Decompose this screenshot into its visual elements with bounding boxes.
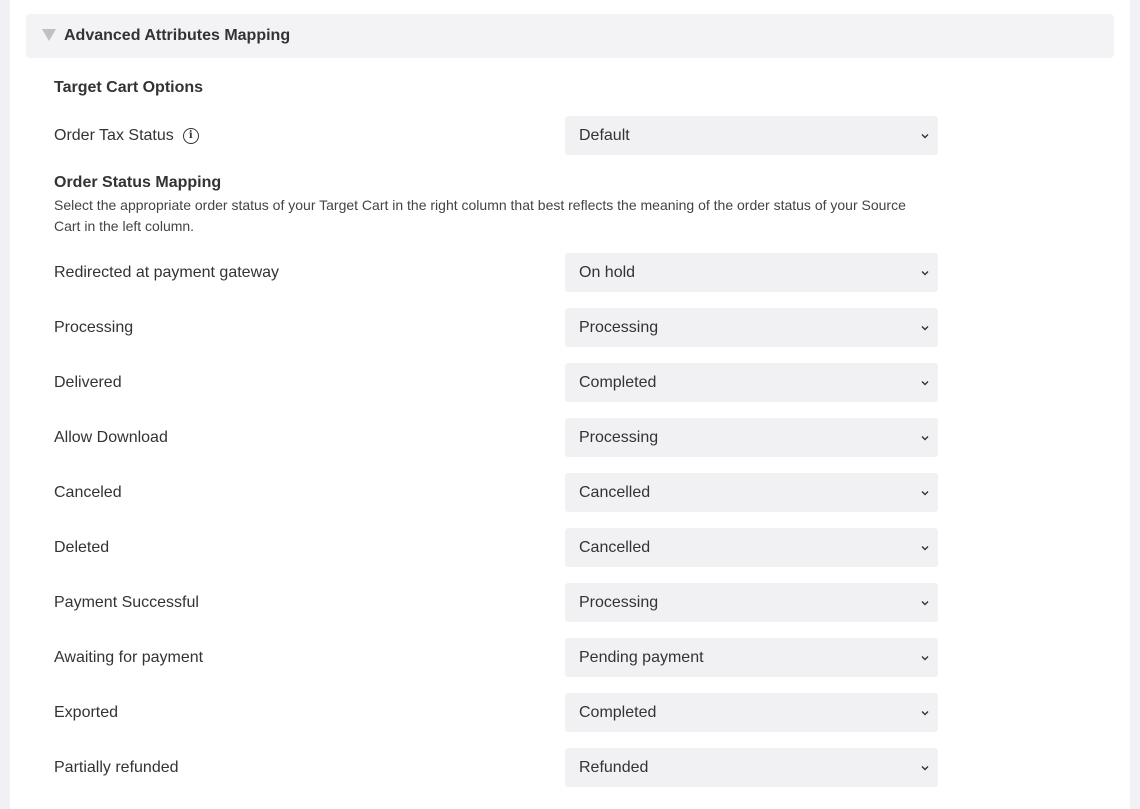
target-cart-heading: Target Cart Options — [54, 79, 204, 96]
status-mapping-row: Payment Successful Processing — [54, 583, 938, 622]
target-status-value: Processing — [579, 593, 659, 611]
settings-panel: Advanced Attributes Mapping Target Cart … — [10, 0, 1130, 809]
target-status-select[interactable]: Processing — [565, 418, 938, 457]
tax-status-select[interactable]: Default — [565, 116, 938, 155]
status-mapping-row: Exported Completed — [54, 693, 938, 732]
status-mapping-row: Allow Download Processing — [54, 418, 938, 457]
order-status-description: Select the appropriate order status of y… — [54, 197, 906, 234]
collapse-triangle-icon — [42, 29, 56, 41]
target-status-value: Processing — [579, 318, 659, 336]
advanced-attributes-toggle[interactable]: Advanced Attributes Mapping — [26, 14, 1114, 58]
chevron-down-icon — [921, 133, 929, 138]
source-status-label: Partially refunded — [54, 758, 179, 776]
target-status-select[interactable]: On hold — [565, 253, 938, 292]
chevron-down-icon — [921, 710, 929, 715]
status-mapping-row: Redirected at payment gateway On hold — [54, 253, 938, 292]
target-status-value: Completed — [579, 373, 657, 391]
chevron-down-icon — [921, 435, 929, 440]
source-status-label: Awaiting for payment — [54, 648, 204, 666]
chevron-down-icon — [921, 270, 929, 275]
tax-status-value: Default — [579, 126, 630, 144]
source-status-label: Exported — [54, 703, 119, 721]
status-mapping-row: Deleted Cancelled — [54, 528, 938, 567]
source-status-label: Payment Successful — [54, 593, 199, 611]
section-title: Advanced Attributes Mapping — [64, 27, 291, 44]
target-status-select[interactable]: Processing — [565, 308, 938, 347]
status-mapping-row: Processing Processing — [54, 308, 938, 347]
target-status-value: On hold — [579, 263, 636, 281]
status-mapping-row: Delivered Completed — [54, 363, 938, 402]
source-status-label: Canceled — [54, 483, 122, 501]
chevron-down-icon — [921, 765, 929, 770]
target-status-select[interactable]: Cancelled — [565, 473, 938, 512]
status-mapping-row: Canceled Cancelled — [54, 473, 938, 512]
tax-status-row: Order Tax Status i Default — [54, 116, 938, 155]
target-status-value: Completed — [579, 703, 657, 721]
tax-status-label: Order Tax Status — [54, 126, 174, 144]
target-status-select[interactable]: Completed — [565, 693, 938, 732]
source-status-label: Allow Download — [54, 428, 168, 446]
chevron-down-icon — [921, 380, 929, 385]
target-status-value: Cancelled — [579, 538, 651, 556]
target-status-value: Processing — [579, 428, 659, 446]
target-status-select[interactable]: Cancelled — [565, 528, 938, 567]
target-status-select[interactable]: Processing — [565, 583, 938, 622]
source-status-label: Deleted — [54, 538, 110, 556]
source-status-label: Processing — [54, 318, 134, 336]
chevron-down-icon — [921, 655, 929, 660]
target-status-value: Cancelled — [579, 483, 651, 501]
target-status-select[interactable]: Pending payment — [565, 638, 938, 677]
target-status-value: Refunded — [579, 758, 649, 776]
source-status-label: Delivered — [54, 373, 122, 391]
target-status-select[interactable]: Refunded — [565, 748, 938, 787]
source-status-label: Redirected at payment gateway — [54, 263, 280, 281]
chevron-down-icon — [921, 325, 929, 330]
tax-status-label-wrap: Order Tax Status i — [54, 116, 199, 155]
chevron-down-icon — [921, 490, 929, 495]
status-mapping-row: Awaiting for payment Pending payment — [54, 638, 938, 677]
chevron-down-icon — [921, 545, 929, 550]
status-mapping-row: Partially refunded Refunded — [54, 748, 938, 787]
chevron-down-icon — [921, 600, 929, 605]
target-status-value: Pending payment — [579, 648, 704, 666]
order-status-heading: Order Status Mapping — [54, 174, 222, 191]
info-icon[interactable]: i — [182, 127, 199, 144]
target-status-select[interactable]: Completed — [565, 363, 938, 402]
